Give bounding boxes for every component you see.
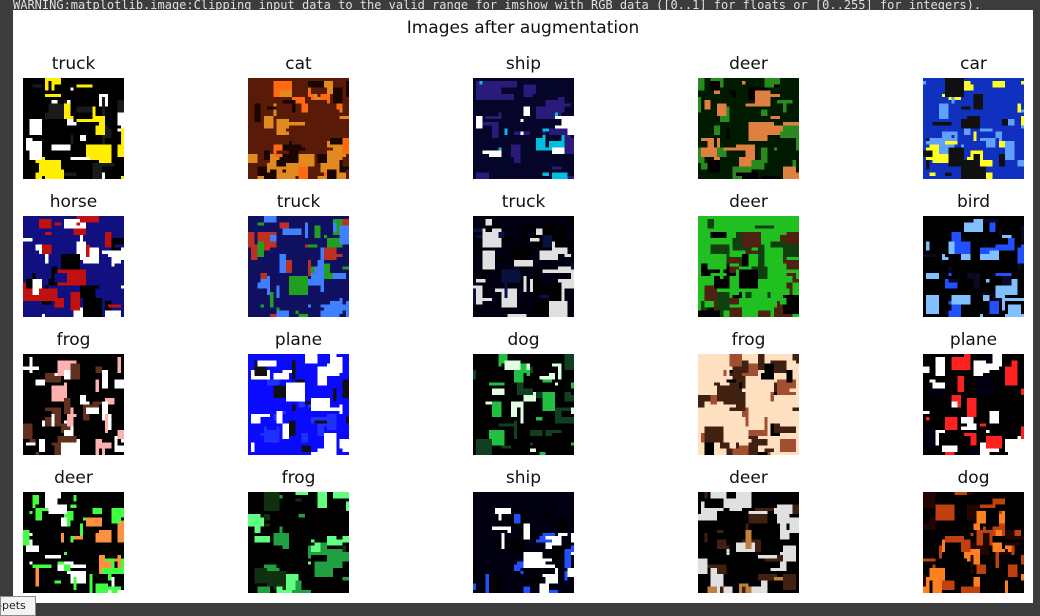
image-label: deer: [729, 192, 768, 212]
image-label: deer: [729, 54, 768, 74]
status-strip: [0, 603, 1040, 616]
augmented-image: [248, 78, 349, 179]
augmented-image: [698, 354, 799, 455]
image-label: car: [960, 54, 987, 74]
augmented-image: [248, 354, 349, 455]
image-label: dog: [957, 468, 990, 488]
augmented-image: [923, 216, 1024, 317]
image-label: deer: [729, 468, 768, 488]
snippets-tab[interactable]: ppets: [0, 596, 36, 616]
image-label: bird: [957, 192, 990, 212]
image-label: dog: [507, 330, 540, 350]
image-label: frog: [281, 468, 316, 488]
augmented-image: [698, 492, 799, 593]
notebook-output-view: WARNING:matplotlib.image:Clipping input …: [0, 0, 1040, 616]
augmented-image: [23, 216, 124, 317]
image-label: cat: [285, 54, 312, 74]
image-label: ship: [505, 468, 542, 488]
image-label: truck: [51, 54, 96, 74]
augmented-image: [248, 216, 349, 317]
augmented-image: [698, 78, 799, 179]
matplotlib-figure: Images after augmentation truck cat ship de…: [13, 10, 1033, 603]
image-label: plane: [949, 330, 998, 350]
augmented-image: [698, 216, 799, 317]
console-warning: WARNING:matplotlib.image:Clipping input …: [13, 0, 982, 10]
augmented-image: [473, 78, 574, 179]
image-label: plane: [274, 330, 323, 350]
augmented-image: [248, 492, 349, 593]
image-label: frog: [56, 330, 91, 350]
augmented-image: [23, 492, 124, 593]
image-label: ship: [505, 54, 542, 74]
augmented-image: [473, 216, 574, 317]
augmented-image: [23, 78, 124, 179]
augmented-image: [923, 492, 1024, 593]
augmented-image: [473, 492, 574, 593]
image-label: deer: [54, 468, 93, 488]
image-label: truck: [276, 192, 321, 212]
augmented-image: [923, 354, 1024, 455]
augmented-image: [23, 354, 124, 455]
image-label: truck: [501, 192, 546, 212]
figure-title: Images after augmentation: [406, 18, 640, 38]
augmented-image: [923, 78, 1024, 179]
image-label: frog: [731, 330, 766, 350]
image-label: horse: [49, 192, 98, 212]
augmented-image: [473, 354, 574, 455]
